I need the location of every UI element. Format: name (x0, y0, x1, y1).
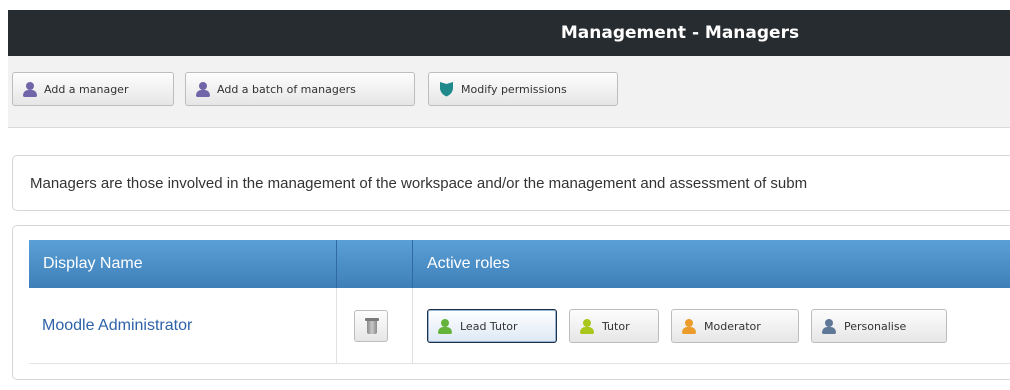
shield-icon (440, 82, 453, 97)
person-icon (580, 318, 594, 334)
table-header: Display Name Active roles (29, 240, 1010, 288)
page-title-bar: Management - Managers (8, 10, 1010, 56)
add-batch-managers-label: Add a batch of managers (217, 82, 356, 96)
managers-table-panel: Display Name Active roles Moodle Adminis… (12, 225, 1010, 380)
managers-description: Managers are those involved in the manag… (12, 155, 1010, 211)
modify-permissions-label: Modify permissions (461, 82, 567, 96)
role-moderator-label: Moderator (704, 319, 761, 333)
person-icon (196, 81, 210, 97)
manager-name-link[interactable]: Moodle Administrator (42, 288, 192, 364)
add-batch-managers-button[interactable]: Add a batch of managers (185, 72, 415, 106)
add-manager-label: Add a manager (44, 82, 129, 96)
person-icon (682, 318, 696, 334)
toolbar: Add a manager Add a batch of managers Mo… (8, 56, 1010, 128)
role-tutor-label: Tutor (602, 319, 630, 333)
person-icon (822, 318, 836, 334)
modify-permissions-button[interactable]: Modify permissions (428, 72, 618, 106)
role-personalise-label: Personalise (844, 319, 907, 333)
person-icon (23, 81, 37, 97)
managers-description-text: Managers are those involved in the manag… (30, 175, 808, 192)
page-title: Management - Managers (560, 23, 800, 43)
add-manager-button[interactable]: Add a manager (12, 72, 174, 106)
column-header-active-roles: Active roles (427, 255, 510, 272)
person-icon (438, 318, 452, 334)
role-personalise-button[interactable]: Personalise (811, 309, 947, 343)
column-header-display-name: Display Name (43, 255, 143, 272)
table-row: Moodle Administrator Lead Tutor Tutor Mo… (29, 288, 1010, 364)
role-lead-tutor-button[interactable]: Lead Tutor (427, 309, 557, 343)
role-lead-tutor-label: Lead Tutor (460, 319, 518, 333)
role-tutor-button[interactable]: Tutor (569, 309, 659, 343)
delete-manager-button[interactable] (354, 310, 388, 342)
role-moderator-button[interactable]: Moderator (671, 309, 799, 343)
